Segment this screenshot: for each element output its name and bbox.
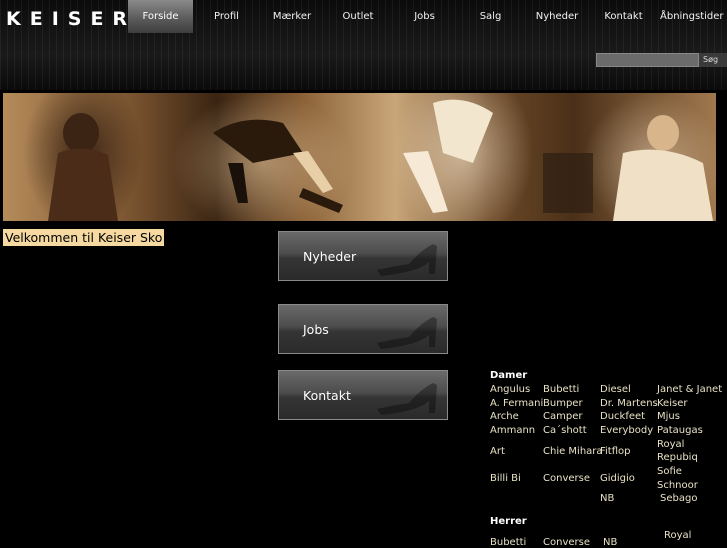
nav-item-nyheder[interactable]: Nyheder <box>524 0 590 33</box>
brand-link[interactable]: Repubiq <box>657 452 698 463</box>
brand-link[interactable]: Bubetti <box>543 384 579 395</box>
promo-button-jobs[interactable]: Jobs <box>278 304 448 354</box>
brand-link[interactable]: Janet & Janet <box>657 384 722 395</box>
brand-link[interactable]: Everybody <box>600 425 653 436</box>
nav-item-forside[interactable]: Forside <box>128 0 193 33</box>
brand-link[interactable]: Duckfeet <box>600 411 645 422</box>
brand-link[interactable]: Keiser <box>657 398 687 409</box>
brand-link[interactable]: Chie Mihara <box>543 446 603 457</box>
brand-link[interactable]: Ca´shott <box>543 425 587 436</box>
brand-link[interactable]: NB <box>603 537 617 548</box>
hero-banner-image <box>3 93 716 221</box>
nav-item-maerker[interactable]: Mærker <box>260 0 324 33</box>
brand-link[interactable]: Sofie <box>657 466 682 477</box>
brands-heading-damer: Damer <box>490 370 528 381</box>
brand-link[interactable]: Camper <box>543 411 582 422</box>
shoe-icon <box>377 383 437 415</box>
nav-item-jobs[interactable]: Jobs <box>392 0 457 33</box>
promo-button-nyheder[interactable]: Nyheder <box>278 231 448 281</box>
promo-label-jobs: Jobs <box>303 322 329 337</box>
nav-item-profil[interactable]: Profil <box>193 0 260 33</box>
shoe-icon <box>377 244 437 276</box>
brand-link[interactable]: Royal <box>664 530 691 541</box>
brand-link[interactable]: Royal <box>657 439 684 450</box>
brand-link[interactable]: Arche <box>490 411 519 422</box>
main-navigation: Forside Profil Mærker Outlet Jobs Salg N… <box>128 0 727 33</box>
nav-item-salg[interactable]: Salg <box>457 0 524 33</box>
brands-heading-herrer: Herrer <box>490 516 527 527</box>
brand-link[interactable]: NB <box>600 493 614 504</box>
search-button[interactable]: Søg <box>699 53 727 67</box>
brand-link[interactable]: Billi Bi <box>490 473 521 484</box>
brand-link[interactable]: A. Fermani <box>490 398 543 409</box>
brand-link[interactable]: Bumper <box>543 398 583 409</box>
brand-link[interactable]: Schnoor <box>657 480 698 491</box>
promo-button-kontakt[interactable]: Kontakt <box>278 370 448 420</box>
brand-link[interactable]: Angulus <box>490 384 530 395</box>
search-input[interactable] <box>596 53 699 67</box>
brand-link[interactable]: Dr. Martens <box>600 398 658 409</box>
promo-label-kontakt: Kontakt <box>303 388 351 403</box>
brand-link[interactable]: Sebago <box>660 493 697 504</box>
keiser-logo[interactable]: KEISER <box>6 9 136 29</box>
nav-item-abningstider[interactable]: Åbningstider <box>657 0 727 33</box>
nav-item-kontakt[interactable]: Kontakt <box>590 0 657 33</box>
shoe-icon <box>377 317 437 349</box>
brand-link[interactable]: Converse <box>543 473 590 484</box>
brand-link[interactable]: Converse <box>543 537 590 548</box>
welcome-heading: Velkommen til Keiser Sko <box>3 229 165 246</box>
brand-link[interactable]: Pataugas <box>657 425 703 436</box>
brand-link[interactable]: Bubetti <box>490 537 526 548</box>
brand-link[interactable]: Fitflop <box>600 446 631 457</box>
brand-link[interactable]: Gidigio <box>600 473 635 484</box>
brand-link[interactable]: Mjus <box>657 411 680 422</box>
nav-item-outlet[interactable]: Outlet <box>324 0 392 33</box>
fashion-models-illustration <box>48 99 713 221</box>
brand-link[interactable]: Ammann <box>490 425 535 436</box>
brand-link[interactable]: Art <box>490 446 505 457</box>
brand-link[interactable]: Diesel <box>600 384 631 395</box>
site-header: KEISER Forside Profil Mærker Outlet Jobs… <box>0 0 727 90</box>
promo-label-nyheder: Nyheder <box>303 249 357 264</box>
